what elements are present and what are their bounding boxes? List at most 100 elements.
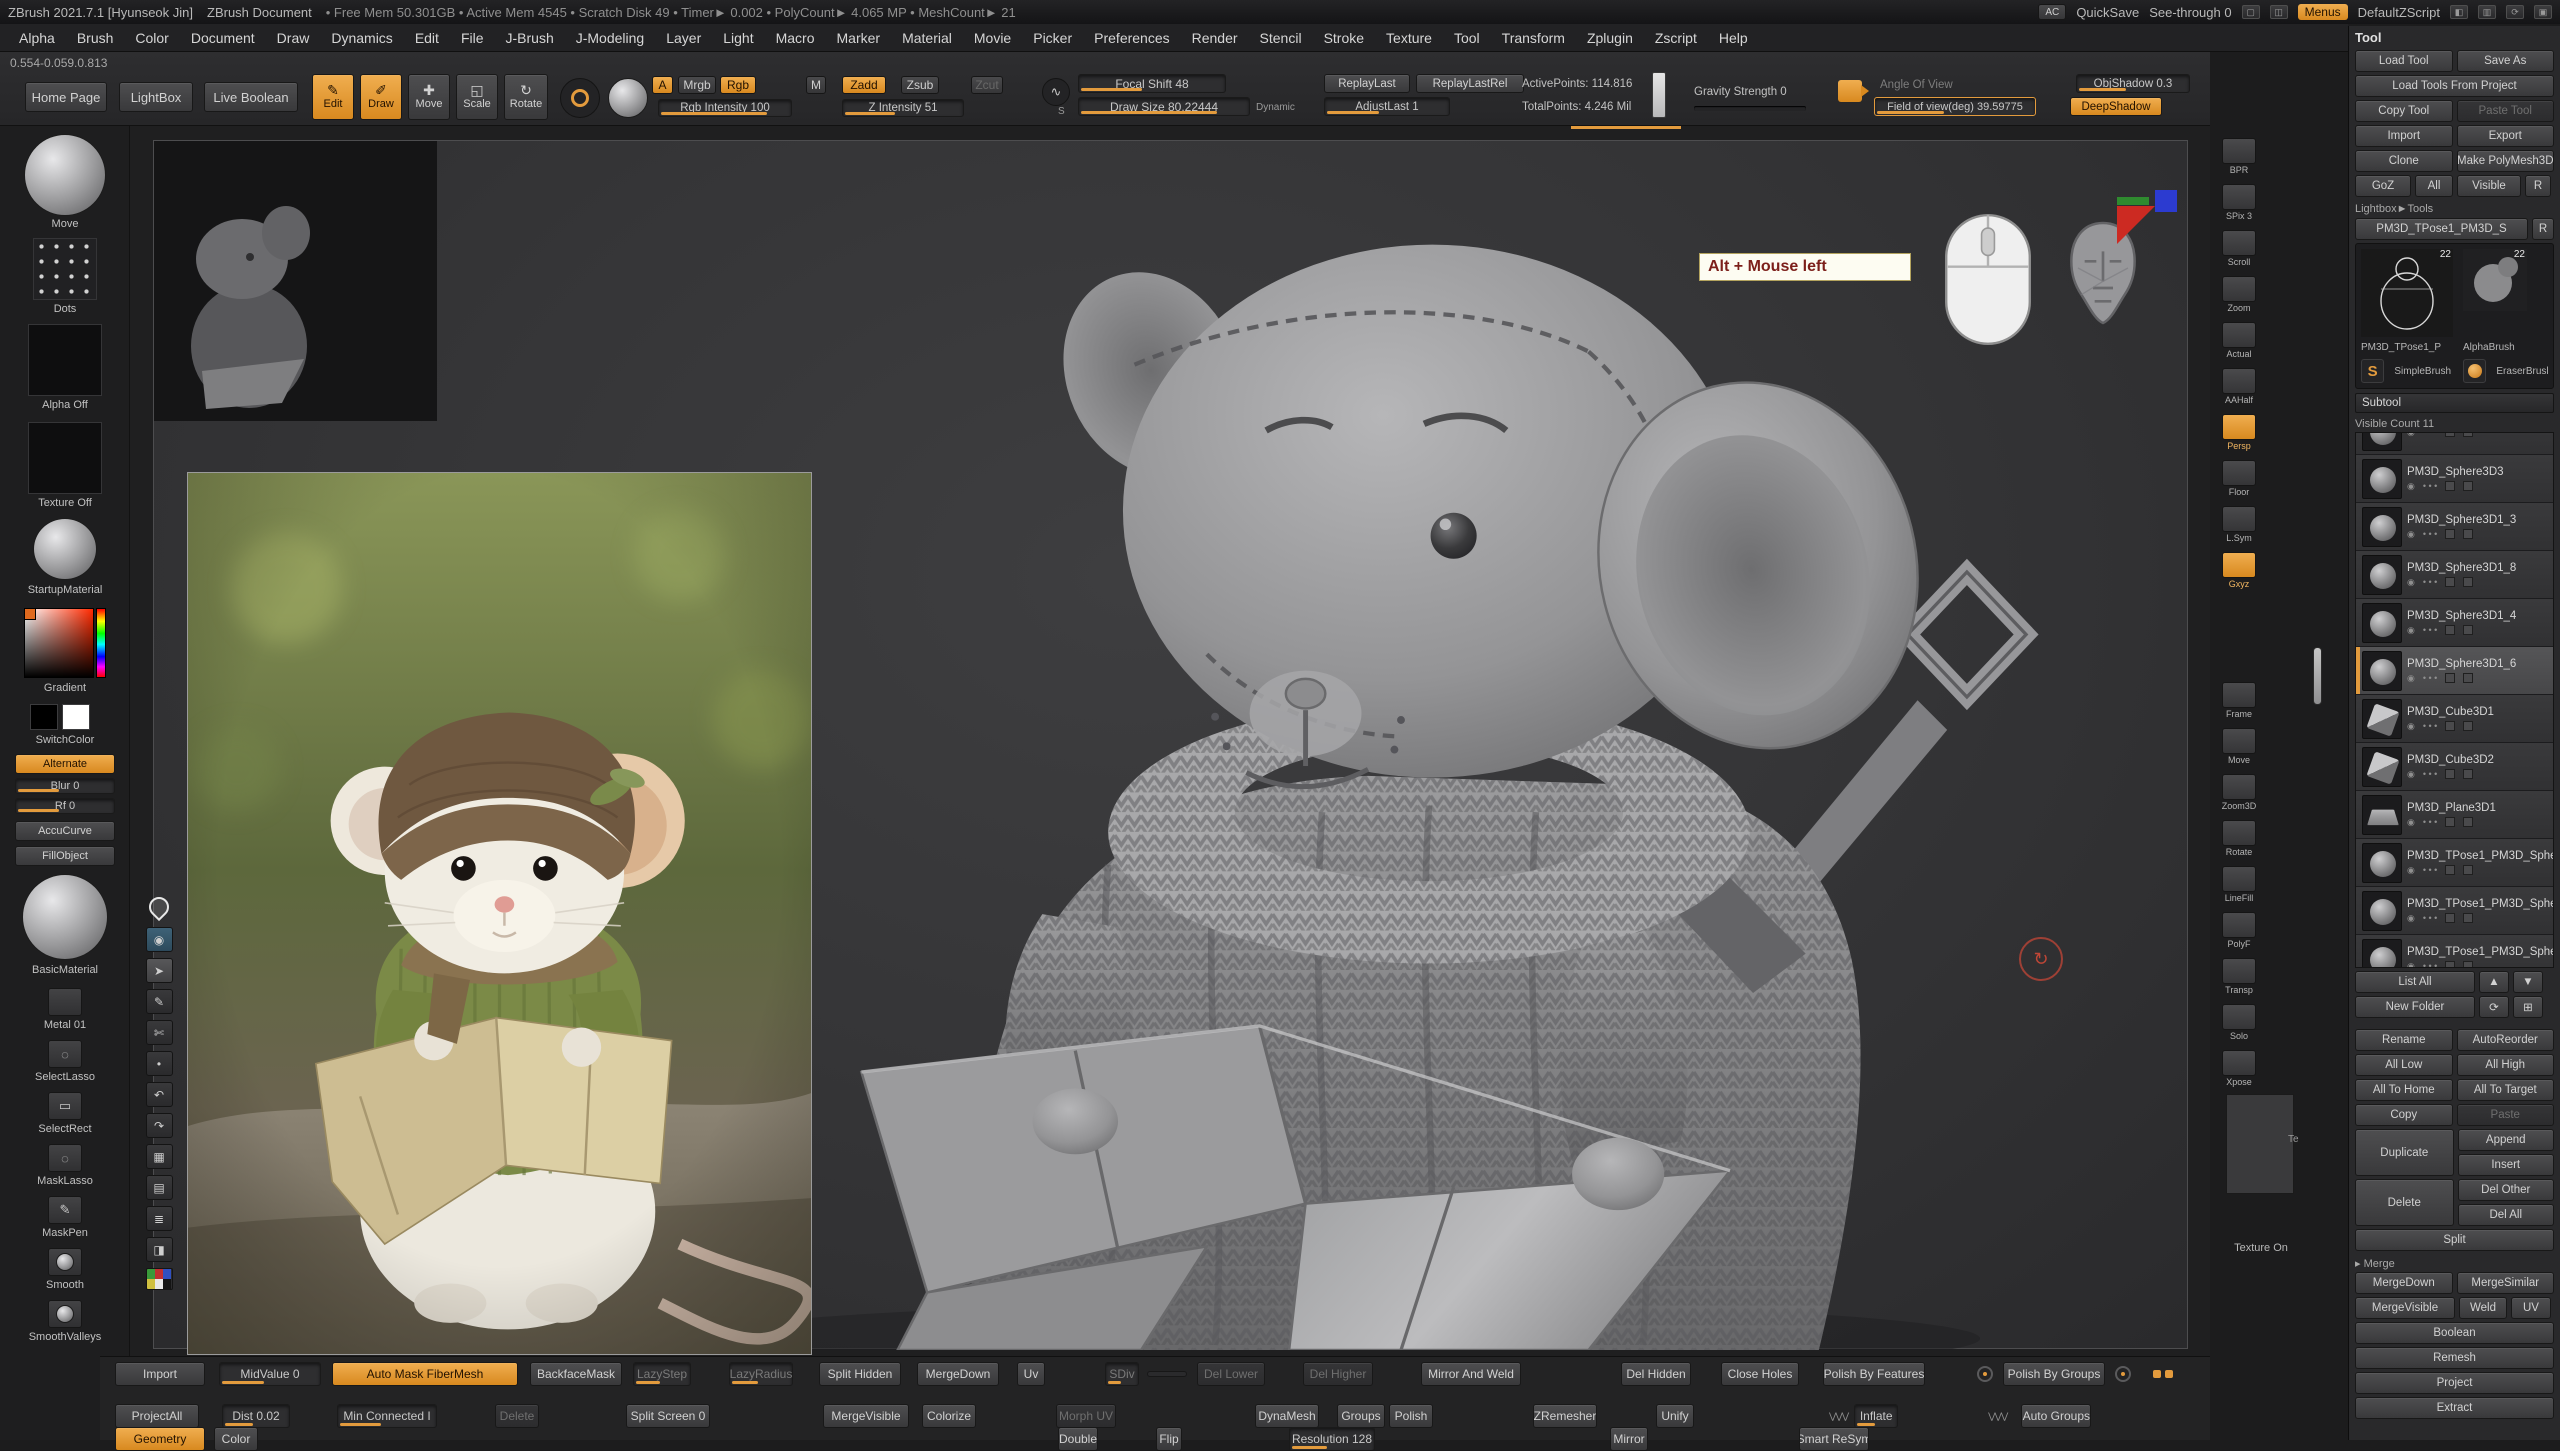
all-to-target-button[interactable]: All To Target bbox=[2457, 1079, 2555, 1101]
menu-item[interactable]: Edit bbox=[406, 27, 448, 49]
polypaint-icon[interactable] bbox=[2445, 721, 2455, 731]
secondary-color-swatch[interactable] bbox=[62, 704, 90, 730]
simple-brush-icon[interactable]: S bbox=[2361, 359, 2384, 383]
menu-item[interactable]: Preferences bbox=[1085, 27, 1178, 49]
photo-toolbar-button[interactable]: ▤ bbox=[146, 1175, 173, 1200]
brush-preview-icon[interactable] bbox=[560, 78, 600, 118]
project-section-button[interactable]: Project bbox=[2355, 1372, 2554, 1394]
subtool-down-button[interactable]: ▼ bbox=[2513, 971, 2543, 993]
screen-icon[interactable]: ▢ bbox=[2242, 5, 2260, 19]
photo-toolbar-button[interactable]: ↶ bbox=[146, 1082, 173, 1107]
stroke-curve-icon[interactable]: ∿ bbox=[1042, 78, 1070, 106]
photo-toolbar-button[interactable]: ▦ bbox=[146, 1144, 173, 1169]
texture-preview-box[interactable] bbox=[2226, 1094, 2294, 1194]
load-tool-button[interactable]: Load Tool bbox=[2355, 50, 2453, 72]
eye-icon[interactable]: ◉ bbox=[2407, 529, 2415, 540]
panels-icon[interactable]: ▥ bbox=[2478, 5, 2496, 19]
texture-tab[interactable]: Te bbox=[2288, 1134, 2299, 1145]
draw-size-slider[interactable]: Draw Size 80.22444 bbox=[1078, 97, 1250, 116]
right-shelf-button[interactable]: Actual bbox=[2218, 322, 2260, 359]
double-button[interactable]: Double bbox=[1058, 1427, 1098, 1451]
gravity-track[interactable] bbox=[1694, 106, 1806, 111]
smart-resym-button[interactable]: Smart ReSym bbox=[1799, 1427, 1869, 1451]
quicksave-button[interactable]: QuickSave bbox=[2076, 5, 2139, 20]
insert-button[interactable]: Insert bbox=[2458, 1154, 2555, 1176]
photo-toolbar-button[interactable]: ◨ bbox=[146, 1237, 173, 1262]
del-other-button[interactable]: Del Other bbox=[2458, 1179, 2555, 1201]
split-button[interactable]: Split bbox=[2355, 1229, 2554, 1251]
right-shelf-button[interactable]: Gxyz bbox=[2218, 552, 2260, 589]
mergedown-button[interactable]: MergeDown bbox=[2355, 1272, 2453, 1294]
gravity-strength-label[interactable]: Gravity Strength 0 bbox=[1694, 86, 1787, 98]
right-shelf-button[interactable]: AAHalf bbox=[2218, 368, 2260, 405]
right-shelf-button[interactable]: Frame bbox=[2218, 682, 2260, 719]
angle-of-view-label[interactable]: Angle Of View bbox=[1880, 79, 1953, 91]
list-all-button[interactable]: List All bbox=[2355, 971, 2475, 993]
paste-subtool-button[interactable]: Paste bbox=[2457, 1104, 2555, 1126]
lightbox-tools-label[interactable]: Lightbox►Tools bbox=[2355, 200, 2554, 218]
eye-icon[interactable]: ◉ bbox=[2407, 432, 2415, 438]
menu-item[interactable]: Draw bbox=[268, 27, 319, 49]
polish-button[interactable]: Polish bbox=[1389, 1404, 1433, 1428]
polish-by-groups-button[interactable]: Polish By Groups bbox=[2003, 1362, 2105, 1386]
copy-subtool-button[interactable]: Copy bbox=[2355, 1104, 2453, 1126]
subtool-section-header[interactable]: Subtool bbox=[2355, 393, 2554, 413]
current-brush-preview[interactable] bbox=[24, 134, 106, 216]
mirror-button[interactable]: Mirror bbox=[1610, 1427, 1648, 1451]
fillobject-button[interactable]: FillObject bbox=[15, 846, 115, 866]
append-button[interactable]: Append bbox=[2458, 1129, 2555, 1151]
metal-material-icon[interactable] bbox=[48, 988, 82, 1016]
right-shelf-button[interactable]: Solo bbox=[2218, 1004, 2260, 1041]
export-button[interactable]: Export bbox=[2457, 125, 2555, 147]
eye-icon[interactable]: ◉ bbox=[2407, 481, 2415, 492]
menu-item[interactable]: Texture bbox=[1377, 27, 1441, 49]
eye-icon[interactable]: ◉ bbox=[2407, 817, 2415, 828]
weld-button[interactable]: Weld bbox=[2459, 1297, 2507, 1319]
right-shelf-button[interactable]: Scroll bbox=[2218, 230, 2260, 267]
flip-button[interactable]: Flip bbox=[1156, 1427, 1182, 1451]
right-shelf-button[interactable]: Zoom bbox=[2218, 276, 2260, 313]
projectall-button[interactable]: ProjectAll bbox=[115, 1404, 199, 1428]
menu-item[interactable]: J-Modeling bbox=[567, 27, 653, 49]
mask-lasso-icon[interactable]: ◌ bbox=[48, 1144, 82, 1172]
lazystep-slider[interactable]: LazyStep bbox=[633, 1362, 691, 1386]
reload-icon[interactable]: ⟳ bbox=[2506, 5, 2524, 19]
photo-toolbar-button[interactable]: • bbox=[146, 1051, 173, 1076]
sdiv-track[interactable] bbox=[1147, 1371, 1187, 1377]
canvas-scrollbar[interactable] bbox=[2313, 647, 2322, 705]
menu-item[interactable]: Zplugin bbox=[1578, 27, 1642, 49]
see-through-slider[interactable]: See-through 0 bbox=[2149, 5, 2231, 20]
resolution-slider[interactable]: Resolution 128 bbox=[1289, 1427, 1375, 1451]
default-zscript-button[interactable]: DefaultZScript bbox=[2358, 5, 2440, 20]
polypaint-icon[interactable] bbox=[2445, 577, 2455, 587]
eye-icon[interactable]: ◉ bbox=[2407, 961, 2415, 969]
subtool-mini-slider[interactable]: • • • bbox=[2423, 913, 2437, 923]
photo-toolbar-button[interactable]: ↷ bbox=[146, 1113, 173, 1138]
all-high-button[interactable]: All High bbox=[2457, 1054, 2555, 1076]
delete-button[interactable]: Delete bbox=[495, 1404, 539, 1428]
eye-icon[interactable]: ◉ bbox=[2407, 913, 2415, 924]
mergevisible-button[interactable]: MergeVisible bbox=[823, 1404, 909, 1428]
polypaint-icon[interactable] bbox=[2445, 961, 2455, 968]
subtool-mini-slider[interactable]: • • • bbox=[2423, 577, 2437, 587]
uv-toggle-icon[interactable] bbox=[2463, 529, 2473, 539]
paste-tool-button[interactable]: Paste Tool bbox=[2457, 100, 2555, 122]
eye-icon[interactable]: ◉ bbox=[2407, 721, 2415, 732]
menu-item[interactable]: Render bbox=[1183, 27, 1247, 49]
folder-grid-button[interactable]: ⊞ bbox=[2513, 996, 2543, 1018]
menu-item[interactable]: Zscript bbox=[1646, 27, 1706, 49]
polypaint-icon[interactable] bbox=[2445, 625, 2455, 635]
subtool-mini-slider[interactable]: • • • bbox=[2423, 481, 2437, 491]
lazyradius-slider[interactable]: LazyRadius bbox=[729, 1362, 793, 1386]
field-of-view-slider[interactable]: Field of view(deg) 39.59775 bbox=[1874, 97, 2036, 116]
current-tool-r-button[interactable]: R bbox=[2532, 218, 2554, 240]
alternate-button[interactable]: Alternate bbox=[15, 754, 115, 774]
inflate-slider[interactable]: Inflate bbox=[1854, 1404, 1898, 1428]
photo-toolbar-button[interactable]: ≣ bbox=[146, 1206, 173, 1231]
eye-icon[interactable]: ◉ bbox=[2407, 769, 2415, 780]
mergesimilar-button[interactable]: MergeSimilar bbox=[2457, 1272, 2555, 1294]
split-screen-button[interactable]: Split Screen 0 bbox=[626, 1404, 710, 1428]
menu-item[interactable]: Marker bbox=[828, 27, 890, 49]
dist-slider[interactable]: Dist 0.02 bbox=[222, 1404, 290, 1428]
scale-button[interactable]: ◱Scale bbox=[456, 74, 498, 120]
